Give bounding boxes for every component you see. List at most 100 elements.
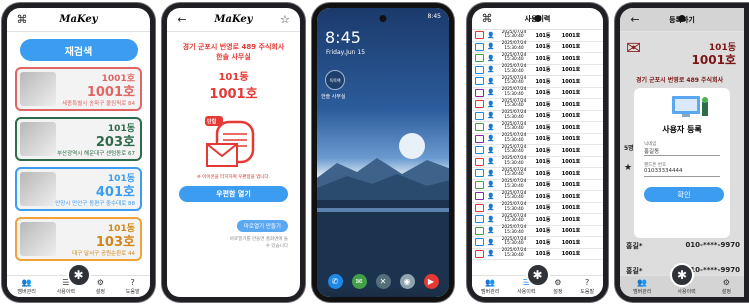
front-camera (379, 15, 387, 22)
history-dong: 101동 (535, 113, 551, 120)
user-icon: 👤 (487, 227, 495, 235)
history-datetime: 2025/07/24 15:30:40 (501, 144, 527, 155)
bluetooth-fab[interactable]: ✱ (525, 263, 550, 287)
nav-settings[interactable]: ⚙ 설정 (96, 277, 105, 295)
nav-settings[interactable]: ⚙ 설정 (553, 278, 562, 295)
back-arrow-icon[interactable]: ← (628, 13, 642, 27)
history-ho: 1001호 (561, 228, 581, 235)
bluetooth-fab[interactable]: ✱ (66, 263, 91, 287)
tool-icon[interactable]: ✕ (375, 274, 391, 289)
placeholder-icon (581, 12, 595, 26)
unit-card[interactable]: 101동 203호 부산광역시 해운대구 센텀동로 67 (15, 117, 142, 161)
history-row[interactable]: 👤 2025/07/24 15:30:40 101동 1001호 (472, 133, 603, 145)
history-row[interactable]: 👤 2025/07/24 15:30:40 101동 1001호 (472, 179, 603, 191)
user-icon: 👤 (487, 135, 495, 143)
settings-icon: ⚙ (96, 277, 104, 287)
history-dong: 101동 (535, 101, 551, 108)
message-icon[interactable]: ✉ (351, 274, 367, 289)
bluetooth-icon: ✱ (532, 268, 543, 282)
nav-label: 멤버관리 (632, 288, 652, 295)
history-row[interactable]: 👤 2025/07/24 15:30:40 101동 1001호 (472, 110, 603, 122)
mailbox-icon[interactable]: 단힘 (205, 112, 257, 170)
open-mailbox-button[interactable]: 우편함 열기 (179, 186, 288, 202)
video-icon[interactable]: ▶ (423, 274, 439, 289)
history-dong: 101동 (535, 147, 551, 154)
history-row[interactable]: 👤 2025/07/24 15:30:40 101동 1001호 (472, 191, 603, 203)
topbar: ← MaKey ☆ (167, 8, 300, 32)
history-dong: 101동 (535, 136, 551, 143)
phone-4: ⌘ 사용이력 👤 2025/07/2415:30:40 101동 1001호 👤 2025… (467, 3, 608, 302)
grid-icon[interactable]: ⌘ (480, 12, 494, 26)
unit-card[interactable]: 101동 401호 안양시 만안구 동편구 중수대로 88 (15, 167, 142, 211)
make-shortcut-button[interactable]: 마로열기 만들기 (236, 220, 288, 232)
history-row[interactable]: 👤 2025/07/24 15:30:40 101동 1001호 (472, 214, 603, 226)
unit-card[interactable]: 101동 103호 대구 달서구 공원순환로 44 (15, 217, 142, 261)
users-icon: 👥 (637, 277, 648, 287)
member-row[interactable]: 홍길* 010-****-9970 (626, 241, 740, 251)
history-ho: 1001호 (561, 78, 581, 85)
nav-members[interactable]: 👥 멤버관리 (17, 278, 35, 295)
bluetooth-fab[interactable]: ✱ (670, 263, 694, 287)
back-arrow-icon[interactable]: ← (175, 13, 189, 27)
confirm-button[interactable]: 확인 (644, 187, 724, 202)
nav-settings[interactable]: ⚙ 설정 (722, 278, 731, 295)
history-datetime: 2025/07/24 15:30:40 (501, 213, 527, 224)
nav-help[interactable]: ? 도움말 (580, 278, 594, 295)
history-row[interactable]: 👤 2025/07/24 15:30:40 101동 1001호 (472, 202, 603, 214)
history-row[interactable]: 👤 2025/07/24 15:30:40 101동 1001호 (472, 53, 603, 65)
unit-card[interactable]: 1001호 1001호 세종특별시 송파구 올림픽로 84 (15, 67, 142, 111)
phone-icon[interactable]: ✆ (327, 274, 343, 289)
history-row[interactable]: 👤 2025/07/24 15:30:40 101동 1001호 (472, 99, 603, 111)
nav-members[interactable]: 👥 멤버관리 (632, 277, 652, 295)
history-datetime: 2025/07/24 15:30:40 (501, 156, 527, 166)
app-shortcut-icon[interactable]: 독목팩 (325, 70, 345, 90)
star-icon[interactable]: ☆ (278, 13, 292, 27)
history-ho: 1001호 (561, 136, 581, 143)
address-label: 경기 군포시 번영로 489 주식회사 (636, 77, 724, 84)
unit-address: 세종특별시 송파구 올림픽로 84 (62, 101, 135, 107)
history-row[interactable]: 👤 2025/07/24 15:30:40 101동 1001호 (472, 237, 603, 249)
nickname-input[interactable]: 홍길동 (644, 147, 720, 156)
history-ho: 1001호 (561, 159, 581, 166)
re-search-button[interactable]: 재검색 (19, 39, 138, 61)
history-dong: 101동 (535, 182, 551, 189)
history-row[interactable]: 👤 2025/07/24 15:30:40 101동 1001호 (472, 225, 603, 237)
help-icon: ? (130, 277, 135, 287)
grid-icon[interactable]: ⌘ (15, 13, 29, 27)
history-row[interactable]: 👤 2025/07/24 15:30:40 101동 1001호 (472, 122, 603, 134)
history-ho: 1001호 (561, 170, 581, 177)
lockscreen-clock: 8:45 (325, 28, 361, 47)
history-datetime: 2025/07/24 15:30:40 (501, 248, 527, 258)
mailbox-status-icon (475, 134, 484, 143)
app-shortcut-label: 한솔 사무실 (321, 94, 346, 100)
history-ho: 1001호 (561, 205, 581, 212)
nav-help[interactable]: ? 도움말 (126, 277, 140, 295)
nav-members[interactable]: 👥 멤버관리 (481, 278, 499, 295)
history-row[interactable]: 👤 2025/07/24 15:30:40 101동 1001호 (472, 156, 603, 168)
history-row[interactable]: 👤 2025/07/24 15:30:40 101동 1001호 (472, 168, 603, 180)
history-row[interactable]: 👤 2025/07/24 15:30:40 101동 1001호 (472, 76, 603, 88)
history-ho: 1001호 (561, 90, 581, 97)
user-icon: 👤 (487, 77, 495, 85)
placeholder-icon (722, 13, 736, 27)
history-dong: 101동 (535, 55, 551, 62)
camera-icon[interactable]: ◉ (399, 274, 415, 289)
dong-label: 101동 (218, 72, 249, 83)
history-row[interactable]: 👤 2025/07/24 15:30:40 101동 1001호 (472, 30, 603, 42)
phone-input[interactable]: 01033334444 (644, 168, 720, 177)
history-row[interactable]: 👤 2025/07/24 15:30:40 101동 1001호 (472, 64, 603, 76)
history-dong: 101동 (535, 228, 551, 235)
history-row[interactable]: 👤 2025/07/24 15:30:40 101동 1001호 (472, 248, 603, 260)
bluetooth-icon: ✱ (676, 268, 688, 282)
member-name: 홍길* (626, 242, 643, 250)
history-datetime: 2025/07/24 15:30:40 (501, 98, 527, 109)
history-row[interactable]: 👤 2025/07/24 15:30:40 101동 1001호 (472, 87, 603, 99)
mailbox-status-icon (475, 226, 484, 235)
wallpaper: 8:45 8:45 Friday,Jun 15 독목팩 한솔 사무실 ✆ ✉ ✕… (317, 8, 449, 297)
history-datetime: 2025/07/24 15:30:40 (501, 64, 527, 74)
user-icon: 👤 (487, 100, 495, 108)
member-phone: 010-****-9970 (685, 241, 740, 249)
history-ho: 1001호 (561, 251, 581, 258)
history-row[interactable]: 👤 2025/07/24 15:30:40 101동 1001호 (472, 41, 603, 53)
history-row[interactable]: 👤 2025/07/24 15:30:40 101동 1001호 (472, 145, 603, 157)
